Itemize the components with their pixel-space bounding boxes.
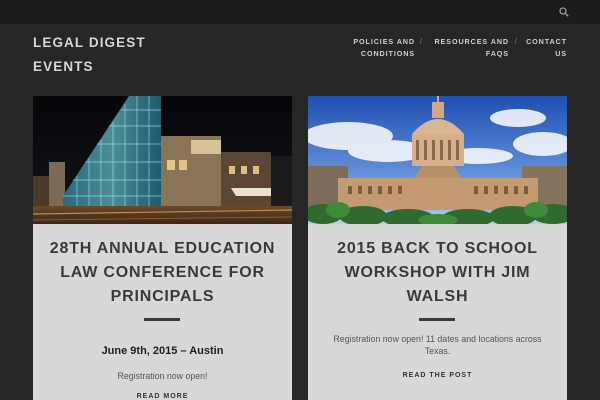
nav-item-contact[interactable]: CONTACT US xyxy=(526,36,567,59)
post-excerpt: Registration now open! xyxy=(117,371,208,381)
post-title[interactable]: 2015 BACK TO SCHOOL WORKSHOP WITH JIM WA… xyxy=(320,237,555,309)
site-title[interactable]: LEGAL DIGEST EVENTS xyxy=(33,31,183,79)
nav-separator: / xyxy=(419,37,422,46)
nav-item-policies[interactable]: POLICIES AND CONDITIONS xyxy=(353,36,415,59)
nav-item-contact-line1: CONTACT xyxy=(526,37,567,46)
post-image-capitol-building[interactable] xyxy=(308,96,567,224)
read-the-post-link[interactable]: READ THE POST xyxy=(308,372,567,379)
post-card: 28TH ANNUAL EDUCATION LAW CONFERENCE FOR… xyxy=(33,96,292,400)
nav-item-policies-line2: CONDITIONS xyxy=(360,48,415,58)
post-image-convention-center[interactable] xyxy=(33,96,292,224)
title-divider xyxy=(144,318,180,321)
nav-separator: / xyxy=(514,37,517,46)
read-more-link[interactable]: READ MORE xyxy=(33,393,292,400)
title-divider xyxy=(419,318,455,321)
post-date: June 9th, 2015 – Austin xyxy=(101,345,224,357)
search-icon[interactable] xyxy=(559,7,569,17)
nav-item-resources-line1: RESOURCES AND xyxy=(434,37,509,46)
post-excerpt: Registration now open! 11 dates and loca… xyxy=(333,334,542,356)
post-title[interactable]: 28TH ANNUAL EDUCATION LAW CONFERENCE FOR… xyxy=(45,237,280,309)
nav-item-resources[interactable]: RESOURCES AND FAQS xyxy=(434,36,509,59)
nav-item-contact-line2: US xyxy=(555,48,567,58)
post-card: 2015 BACK TO SCHOOL WORKSHOP WITH JIM WA… xyxy=(308,96,567,400)
top-bar xyxy=(0,0,600,24)
nav-item-policies-line1: POLICIES AND xyxy=(353,37,415,46)
nav-item-resources-line2: FAQS xyxy=(485,48,509,58)
